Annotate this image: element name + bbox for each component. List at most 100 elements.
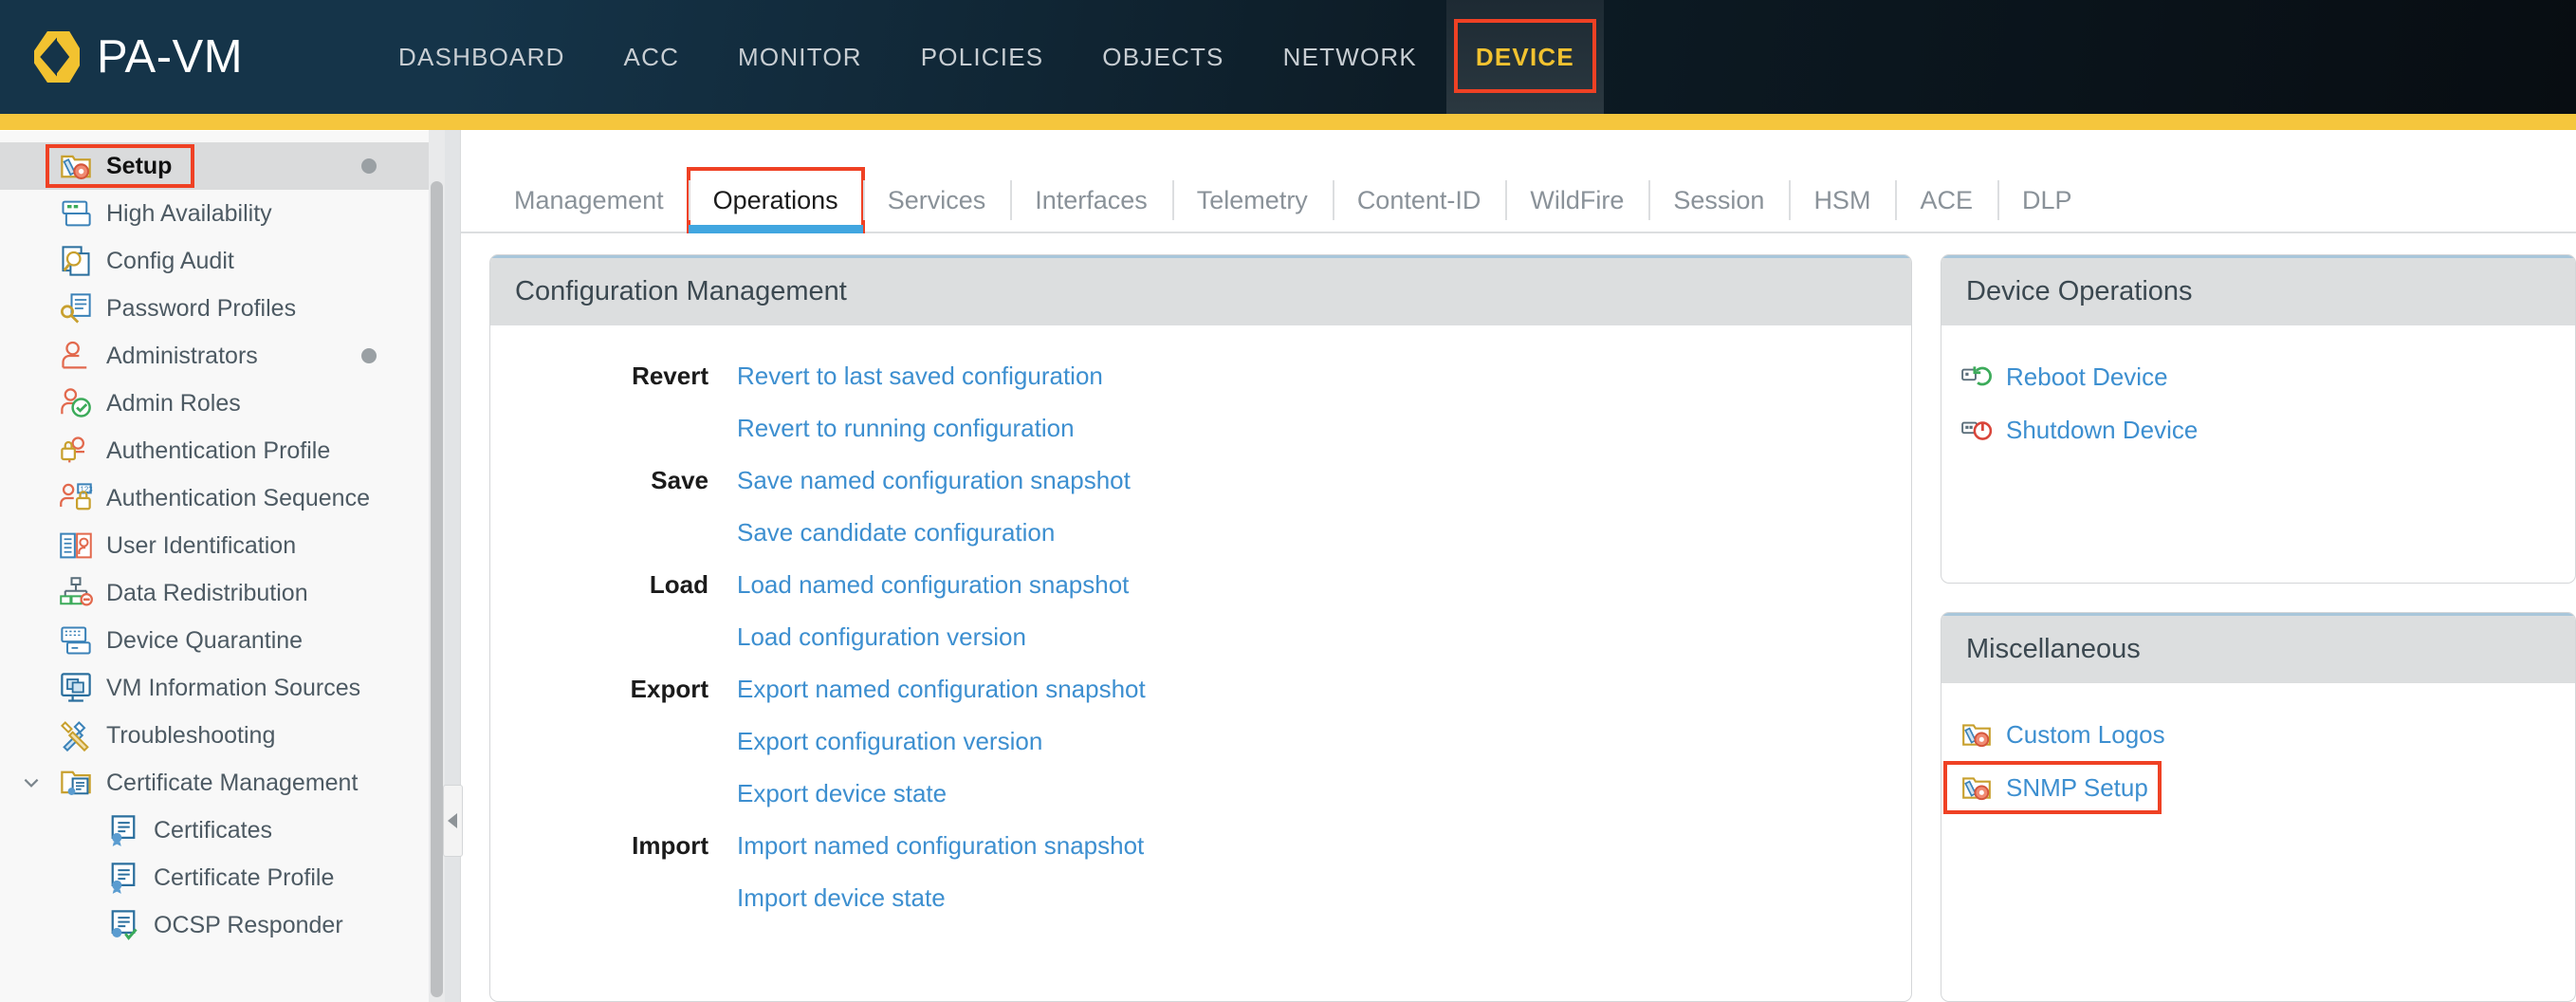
snmp-setup-icon <box>1960 771 1993 804</box>
misc-link-snmp-setup[interactable]: SNMP Setup <box>1941 761 2148 814</box>
configuration-management-card: Configuration Management RevertRevert to… <box>489 254 1912 1002</box>
sidebar-item-label: Data Redistribution <box>106 582 308 605</box>
right-pane: Device Operations Reboot DeviceShutdown … <box>1941 254 2576 1002</box>
config-action-link[interactable]: Load named configuration snapshot <box>737 570 1129 600</box>
vm-information-sources-icon <box>59 671 93 705</box>
config-action-link[interactable]: Load configuration version <box>737 622 1026 652</box>
sidebar-item-vm-information-sources[interactable]: VM Information Sources <box>0 664 429 712</box>
config-row: Export configuration version <box>490 715 1911 768</box>
sidebar-item-label: Certificate Profile <box>154 866 334 890</box>
sidebar-item-administrators[interactable]: Administrators <box>0 332 429 380</box>
tab-dlp[interactable]: DLP <box>1997 169 2097 232</box>
sidebar-item-data-redistribution[interactable]: Data Redistribution <box>0 569 429 617</box>
sidebar-item-device-quarantine[interactable]: Device Quarantine <box>0 617 429 664</box>
nav-item-acc[interactable]: ACC <box>595 0 709 114</box>
config-row: ImportImport named configuration snapsho… <box>490 820 1911 872</box>
sidebar-item-certificate-management[interactable]: Certificate Management <box>0 759 429 807</box>
config-action-link[interactable]: Export device state <box>737 779 947 808</box>
tab-ace[interactable]: ACE <box>1895 169 1997 232</box>
config-action-link[interactable]: Revert to running configuration <box>737 414 1075 443</box>
tab-telemetry[interactable]: Telemetry <box>1172 169 1333 232</box>
sidebar-item-troubleshooting[interactable]: Troubleshooting <box>0 712 429 759</box>
config-row-label: Load <box>490 570 737 600</box>
config-row: Import device state <box>490 872 1911 924</box>
config-row: Export device state <box>490 768 1911 820</box>
tab-content-id[interactable]: Content-ID <box>1333 169 1506 232</box>
setup-folder-gear-icon <box>59 149 93 183</box>
tab-hsm[interactable]: HSM <box>1789 169 1895 232</box>
config-row-label: Import <box>490 831 737 861</box>
config-action-link[interactable]: Import named configuration snapshot <box>737 831 1144 861</box>
data-redistribution-icon <box>59 576 93 610</box>
config-action-link[interactable]: Import device state <box>737 883 946 913</box>
misc-link-label[interactable]: Custom Logos <box>2006 720 2165 750</box>
sidebar-item-authentication-profile[interactable]: Authentication Profile <box>0 427 429 474</box>
device-operation-reboot-device[interactable]: Reboot Device <box>1941 350 2168 403</box>
chevron-down-icon[interactable] <box>21 772 42 793</box>
device-operation-label[interactable]: Shutdown Device <box>2006 416 2198 445</box>
sidebar-item-authentication-sequence[interactable]: 123 Authentication Sequence <box>0 474 429 522</box>
custom-logos-icon <box>1960 718 1993 751</box>
device-quarantine-icon <box>59 623 93 658</box>
tab-services[interactable]: Services <box>863 169 1011 232</box>
sidebar-item-user-identification[interactable]: User Identification <box>0 522 429 569</box>
sidebar-item-label: Authentication Sequence <box>106 487 370 510</box>
config-row: RevertRevert to last saved configuration <box>490 350 1911 402</box>
sidebar-scrollbar-thumb[interactable] <box>431 181 442 997</box>
brand-name: PA-VM <box>97 34 243 81</box>
config-audit-icon <box>59 244 93 278</box>
configuration-management-body: RevertRevert to last saved configuration… <box>490 325 1911 1001</box>
authentication-sequence-icon: 123 <box>59 481 93 515</box>
nav-item-monitor[interactable]: MONITOR <box>708 0 892 114</box>
tab-operations[interactable]: Operations <box>689 169 863 232</box>
nav-item-device[interactable]: DEVICE <box>1446 0 1604 114</box>
sidebar-item-password-profiles[interactable]: Password Profiles <box>0 285 429 332</box>
nav-item-dashboard[interactable]: DASHBOARD <box>369 0 595 114</box>
certificate-profile-icon <box>106 861 140 895</box>
main-nav: DASHBOARDACCMONITORPOLICIESOBJECTSNETWOR… <box>369 0 1604 114</box>
config-action-link[interactable]: Save named configuration snapshot <box>737 466 1131 495</box>
sidebar-item-config-audit[interactable]: Config Audit <box>0 237 429 285</box>
config-row: ExportExport named configuration snapsho… <box>490 663 1911 715</box>
device-operation-shutdown-device[interactable]: Shutdown Device <box>1941 403 2198 456</box>
nav-item-policies[interactable]: POLICIES <box>892 0 1074 114</box>
config-action-link[interactable]: Save candidate configuration <box>737 518 1055 547</box>
sidebar-nav: Setup High AvailabilityConfig AuditPasswo… <box>0 130 429 1002</box>
sidebar-item-certificates[interactable]: Certificates <box>0 807 429 854</box>
panes: Configuration Management RevertRevert to… <box>461 233 2576 1002</box>
sidebar-splitter[interactable] <box>445 130 460 1002</box>
misc-link-label[interactable]: SNMP Setup <box>2006 773 2148 803</box>
sidebar-item-ocsp-responder[interactable]: OCSP Responder <box>0 901 429 949</box>
password-profiles-key-icon <box>59 291 93 325</box>
config-action-link[interactable]: Export configuration version <box>737 727 1042 756</box>
sidebar-collapse-handle[interactable] <box>443 785 463 857</box>
tab-wildfire[interactable]: WildFire <box>1505 169 1648 232</box>
sidebar-item-label: Administrators <box>106 344 258 368</box>
config-row: SaveSave named configuration snapshot <box>490 455 1911 507</box>
tab-session[interactable]: Session <box>1648 169 1789 232</box>
sidebar-item-high-availability[interactable]: High Availability <box>0 190 429 237</box>
shutdown-device-icon <box>1960 414 1993 446</box>
sidebar-item-admin-roles[interactable]: Admin Roles <box>0 380 429 427</box>
nav-item-network[interactable]: NETWORK <box>1254 0 1446 114</box>
sidebar-item-label: Certificates <box>154 819 272 843</box>
tab-management[interactable]: Management <box>489 169 689 232</box>
troubleshooting-tools-icon <box>59 718 93 752</box>
misc-link-custom-logos[interactable]: Custom Logos <box>1941 708 2165 761</box>
chevron-left-icon <box>448 813 457 828</box>
admin-roles-check-icon <box>59 386 93 420</box>
ocsp-responder-icon <box>106 908 140 942</box>
config-action-link[interactable]: Export named configuration snapshot <box>737 675 1146 704</box>
sidebar-item-setup[interactable]: Setup <box>0 142 429 190</box>
sidebar-item-label: Setup <box>106 155 172 178</box>
nav-item-objects[interactable]: OBJECTS <box>1073 0 1253 114</box>
tab-interfaces[interactable]: Interfaces <box>1010 169 1172 232</box>
sidebar-item-certificate-profile[interactable]: Certificate Profile <box>0 854 429 901</box>
config-row-label: Revert <box>490 362 737 391</box>
certificate-icon <box>106 813 140 847</box>
config-action-link[interactable]: Revert to last saved configuration <box>737 362 1103 391</box>
sidebar-item-label: OCSP Responder <box>154 914 343 937</box>
sidebar-item-label: VM Information Sources <box>106 677 360 700</box>
device-operation-label[interactable]: Reboot Device <box>2006 362 2168 392</box>
sidebar-scrollbar[interactable] <box>429 130 444 1002</box>
